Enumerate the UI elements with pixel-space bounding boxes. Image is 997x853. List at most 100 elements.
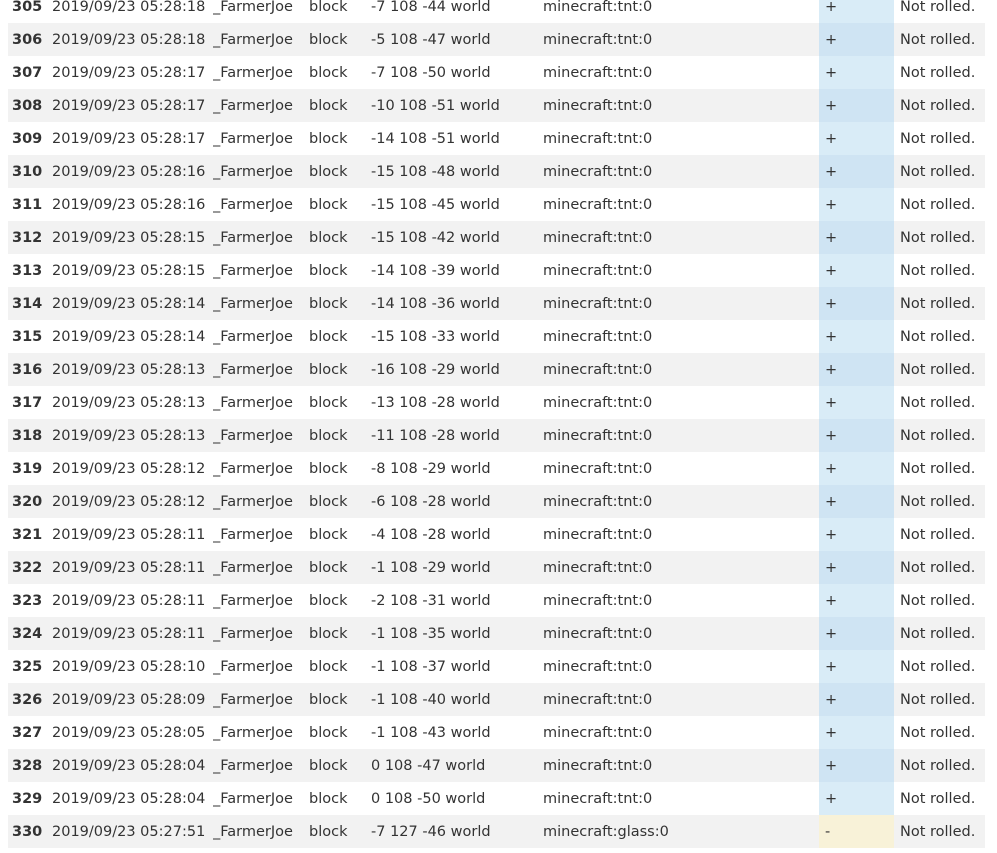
row-item: minecraft:tnt:0	[543, 89, 819, 122]
row-type: block	[309, 155, 371, 188]
row-type: block	[309, 617, 371, 650]
table-row: 328 2019/09/23 05:28:04 _FarmerJoe block 0 1…	[8, 749, 985, 782]
row-rollback-status: Not rolled.	[894, 749, 985, 782]
row-item: minecraft:tnt:0	[543, 452, 819, 485]
row-action: -	[819, 815, 894, 848]
row-item: minecraft:tnt:0	[543, 419, 819, 452]
row-type: block	[309, 815, 371, 848]
row-id: 319	[8, 452, 52, 485]
row-id: 318	[8, 419, 52, 452]
row-rollback-status: Not rolled.	[894, 452, 985, 485]
row-id: 313	[8, 254, 52, 287]
row-item: minecraft:tnt:0	[543, 353, 819, 386]
table-row: 325 2019/09/23 05:28:10 _FarmerJoe block -1 …	[8, 650, 985, 683]
table-row: 329 2019/09/23 05:28:04 _FarmerJoe block 0 1…	[8, 782, 985, 815]
row-action: +	[819, 353, 894, 386]
table-row: 306 2019/09/23 05:28:18 _FarmerJoe block -5 …	[8, 23, 985, 56]
row-timestamp: 2019/09/23 05:27:51	[52, 815, 213, 848]
row-rollback-status: Not rolled.	[894, 23, 985, 56]
row-action: +	[819, 287, 894, 320]
row-location: -15 108 -45 world	[371, 188, 543, 221]
row-location: -4 108 -28 world	[371, 518, 543, 551]
row-action: +	[819, 23, 894, 56]
row-item: minecraft:tnt:0	[543, 485, 819, 518]
row-id: 306	[8, 23, 52, 56]
row-location: -15 108 -48 world	[371, 155, 543, 188]
row-timestamp: 2019/09/23 05:28:13	[52, 386, 213, 419]
table-row: 324 2019/09/23 05:28:11 _FarmerJoe block -1 …	[8, 617, 985, 650]
row-user: _FarmerJoe	[213, 452, 309, 485]
row-user: _FarmerJoe	[213, 188, 309, 221]
row-item: minecraft:tnt:0	[543, 584, 819, 617]
row-action: +	[819, 122, 894, 155]
table-row: 321 2019/09/23 05:28:11 _FarmerJoe block -4 …	[8, 518, 985, 551]
row-user: _FarmerJoe	[213, 584, 309, 617]
row-id: 307	[8, 56, 52, 89]
row-location: -1 108 -37 world	[371, 650, 543, 683]
row-user: _FarmerJoe	[213, 485, 309, 518]
row-user: _FarmerJoe	[213, 683, 309, 716]
row-rollback-status: Not rolled.	[894, 122, 985, 155]
row-type: block	[309, 518, 371, 551]
row-timestamp: 2019/09/23 05:28:05	[52, 716, 213, 749]
table-row: 316 2019/09/23 05:28:13 _FarmerJoe block -16…	[8, 353, 985, 386]
row-id: 315	[8, 320, 52, 353]
row-location: 0 108 -47 world	[371, 749, 543, 782]
row-location: -1 108 -40 world	[371, 683, 543, 716]
row-location: -1 108 -29 world	[371, 551, 543, 584]
row-action: +	[819, 386, 894, 419]
row-user: _FarmerJoe	[213, 320, 309, 353]
row-item: minecraft:tnt:0	[543, 122, 819, 155]
row-id: 325	[8, 650, 52, 683]
table-row: 318 2019/09/23 05:28:13 _FarmerJoe block -11…	[8, 419, 985, 452]
row-user: _FarmerJoe	[213, 782, 309, 815]
row-type: block	[309, 122, 371, 155]
table-row: 322 2019/09/23 05:28:11 _FarmerJoe block -1 …	[8, 551, 985, 584]
row-item: minecraft:tnt:0	[543, 0, 819, 23]
row-rollback-status: Not rolled.	[894, 518, 985, 551]
row-item: minecraft:tnt:0	[543, 320, 819, 353]
row-user: _FarmerJoe	[213, 551, 309, 584]
row-item: minecraft:tnt:0	[543, 650, 819, 683]
row-id: 317	[8, 386, 52, 419]
row-location: -14 108 -39 world	[371, 254, 543, 287]
row-user: _FarmerJoe	[213, 419, 309, 452]
row-type: block	[309, 221, 371, 254]
row-location: -11 108 -28 world	[371, 419, 543, 452]
row-action: +	[819, 56, 894, 89]
row-location: -1 108 -43 world	[371, 716, 543, 749]
row-type: block	[309, 320, 371, 353]
row-user: _FarmerJoe	[213, 254, 309, 287]
row-type: block	[309, 452, 371, 485]
row-type: block	[309, 287, 371, 320]
table-row: 327 2019/09/23 05:28:05 _FarmerJoe block -1 …	[8, 716, 985, 749]
row-timestamp: 2019/09/23 05:28:16	[52, 155, 213, 188]
row-type: block	[309, 188, 371, 221]
row-user: _FarmerJoe	[213, 0, 309, 23]
row-rollback-status: Not rolled.	[894, 287, 985, 320]
row-action: +	[819, 749, 894, 782]
row-user: _FarmerJoe	[213, 56, 309, 89]
row-item: minecraft:tnt:0	[543, 683, 819, 716]
table-row: 314 2019/09/23 05:28:14 _FarmerJoe block -14…	[8, 287, 985, 320]
row-id: 320	[8, 485, 52, 518]
row-type: block	[309, 584, 371, 617]
row-user: _FarmerJoe	[213, 518, 309, 551]
row-type: block	[309, 683, 371, 716]
row-id: 316	[8, 353, 52, 386]
table-row: 308 2019/09/23 05:28:17 _FarmerJoe block -10…	[8, 89, 985, 122]
row-type: block	[309, 419, 371, 452]
row-type: block	[309, 551, 371, 584]
row-user: _FarmerJoe	[213, 716, 309, 749]
row-item: minecraft:glass:0	[543, 815, 819, 848]
row-id: 305	[8, 0, 52, 23]
row-action: +	[819, 716, 894, 749]
row-location: -7 108 -44 world	[371, 0, 543, 23]
log-table: 305 2019/09/23 05:28:18 _FarmerJoe block -7 …	[8, 0, 985, 848]
row-user: _FarmerJoe	[213, 89, 309, 122]
row-timestamp: 2019/09/23 05:28:11	[52, 584, 213, 617]
row-item: minecraft:tnt:0	[543, 617, 819, 650]
row-type: block	[309, 485, 371, 518]
row-rollback-status: Not rolled.	[894, 617, 985, 650]
row-timestamp: 2019/09/23 05:28:17	[52, 122, 213, 155]
